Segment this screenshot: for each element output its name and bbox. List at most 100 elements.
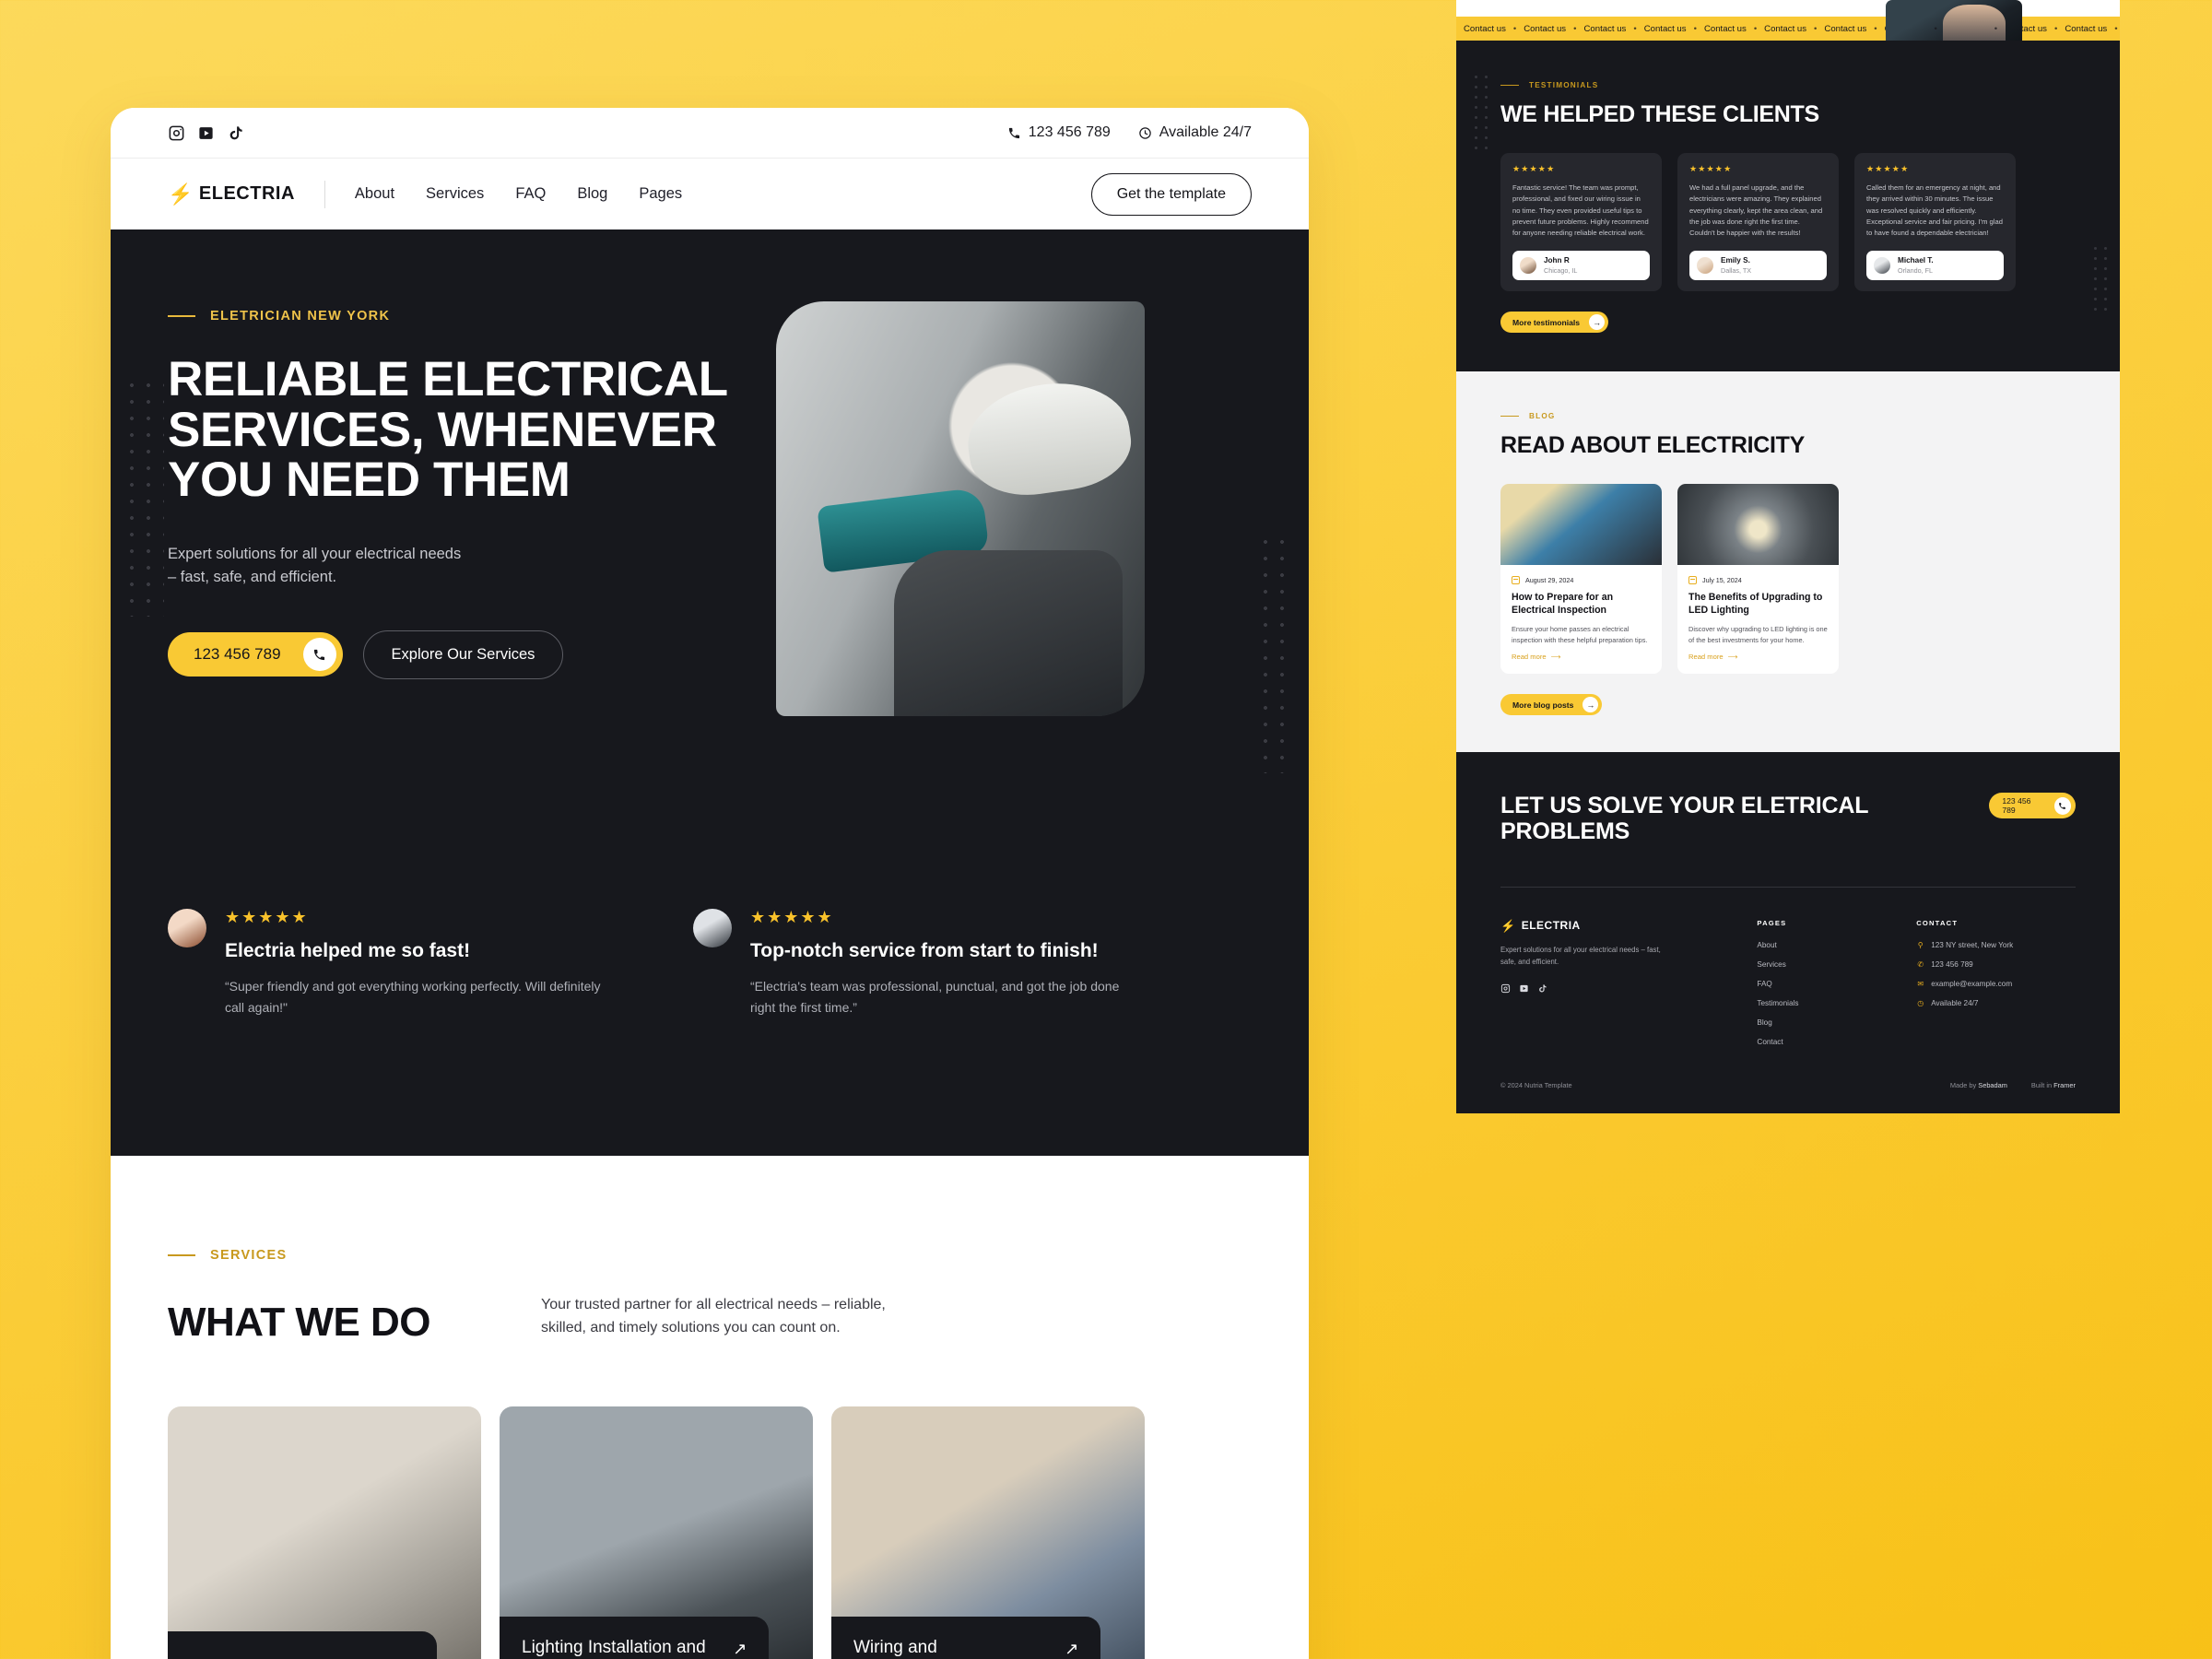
utility-topbar: 123 456 789 Available 24/7: [111, 108, 1309, 159]
footer-phone-text: 123 456 789: [1931, 960, 1973, 970]
social-links[interactable]: [168, 124, 244, 142]
get-template-button[interactable]: Get the template: [1090, 172, 1252, 216]
blog-card-excerpt: Discover why upgrading to LED lighting i…: [1688, 625, 1828, 644]
footer-social-links: [1500, 983, 1757, 994]
review-headline: Electria helped me so fast!: [225, 940, 471, 962]
cta-call-button[interactable]: 123 456 789: [1989, 793, 2076, 819]
blog-read-more-link[interactable]: Read more ⟶: [1688, 653, 1828, 661]
hero-image-body: [894, 550, 1123, 716]
nav-item-about[interactable]: About: [355, 185, 394, 203]
service-card[interactable]: [168, 1406, 481, 1659]
nav-item-blog[interactable]: Blog: [577, 185, 607, 203]
tiktok-icon[interactable]: [1537, 983, 1547, 994]
footer-address-text: 123 NY street, New York: [1931, 941, 2014, 950]
testimonials-section: TESTIMONIALS WE HELPED THESE CLIENTS ★★★…: [1456, 41, 2120, 372]
author-name: Michael T.: [1898, 256, 1934, 265]
tiktok-icon[interactable]: [227, 124, 244, 142]
footer-availability-text: Available 24/7: [1931, 999, 1979, 1008]
nav-item-services[interactable]: Services: [426, 185, 484, 203]
marquee-separator: •: [1814, 23, 1818, 34]
marquee-separator: •: [2053, 23, 2058, 34]
testimonial-card: ★★★★★ Called them for an emergency at ni…: [1854, 153, 2016, 292]
avatar: [1697, 257, 1713, 275]
testimonials-title: WE HELPED THESE CLIENTS: [1500, 101, 1819, 127]
footer-contact-phone[interactable]: ✆ 123 456 789: [1916, 960, 2076, 969]
built-in-label: Built in: [2030, 1081, 2053, 1090]
service-card[interactable]: Wiring and ↗: [831, 1406, 1145, 1659]
nav-item-faq[interactable]: FAQ: [515, 185, 546, 203]
blog-read-more-link[interactable]: Read more ⟶: [1512, 653, 1651, 661]
hero-call-button[interactable]: 123 456 789: [168, 632, 343, 677]
topbar-availability: Available 24/7: [1138, 124, 1252, 141]
footer-logo[interactable]: ⚡ ELECTRIA: [1500, 919, 1757, 932]
footer-link-services[interactable]: Services: [1757, 960, 1916, 969]
read-more-label: Read more: [1512, 653, 1547, 662]
eyebrow-dash: [1500, 84, 1519, 87]
made-by-label: Made by: [1949, 1081, 1977, 1090]
footer-link-testimonials[interactable]: Testimonials: [1757, 999, 1916, 1007]
marquee-item: Contact us: [1583, 23, 1627, 34]
logo-text: ELECTRIA: [198, 183, 295, 204]
blog-card-title: The Benefits of Upgrading to LED Lightin…: [1688, 592, 1823, 616]
hero-section: ELETRICIAN NEW YORK RELIABLE ELECTRICAL …: [111, 229, 1309, 1156]
footer-link-about[interactable]: About: [1757, 941, 1916, 949]
testimonial-quote: Fantastic service! The team was prompt, …: [1512, 183, 1649, 238]
hero-title: RELIABLE ELECTRICAL SERVICES, WHENEVER Y…: [168, 352, 727, 508]
testimonial-card: ★★★★★ We had a full panel upgrade, and t…: [1677, 153, 1839, 292]
footer-brand-column: ⚡ ELECTRIA Expert solutions for all your…: [1500, 919, 1757, 1057]
testimonial-quote: Called them for an emergency at night, a…: [1866, 183, 2003, 238]
youtube-icon[interactable]: [197, 124, 215, 142]
hero-image: [776, 301, 1145, 716]
footer-link-contact[interactable]: Contact: [1757, 1038, 1916, 1046]
instagram-icon[interactable]: [168, 124, 185, 142]
author-location: Chicago, IL: [1544, 265, 1578, 275]
arrow-up-right-icon: ↗: [1065, 1639, 1079, 1658]
services-description: Your trusted partner for all electrical …: [541, 1297, 886, 1335]
blog-card-image: [1500, 484, 1662, 566]
footer-link-faq[interactable]: FAQ: [1757, 980, 1916, 988]
blog-card[interactable]: August 29, 2024 How to Prepare for an El…: [1500, 484, 1662, 675]
instagram-icon[interactable]: [1500, 983, 1511, 994]
nav-item-pages[interactable]: Pages: [639, 185, 682, 203]
marquee-separator: •: [1874, 23, 1877, 34]
author-name: Emily S.: [1721, 256, 1750, 265]
marquee-item: Contact us: [1703, 23, 1747, 34]
faq-section: Do you handle small jobs? ⌄ How soon can…: [1456, 0, 2120, 55]
blog-eyebrow: BLOG: [1500, 412, 2076, 420]
more-blog-posts-button[interactable]: More blog posts →: [1500, 694, 1603, 716]
more-testimonials-button[interactable]: More testimonials →: [1500, 312, 1609, 334]
arrow-right-icon: →: [1583, 697, 1599, 713]
footer-link-blog[interactable]: Blog: [1757, 1018, 1916, 1027]
marquee-separator: •: [1753, 23, 1758, 34]
review-quote: “Super friendly and got everything worki…: [225, 979, 601, 1015]
marquee-separator: •: [1512, 23, 1517, 34]
blog-card[interactable]: July 15, 2024 The Benefits of Upgrading …: [1677, 484, 1839, 675]
blog-eyebrow-text: BLOG: [1529, 412, 1556, 421]
marquee-separator: •: [1934, 23, 1937, 34]
logo[interactable]: ⚡ ELECTRIA: [168, 183, 295, 205]
explore-services-button[interactable]: Explore Our Services: [362, 629, 564, 679]
mail-icon: ✉: [1917, 980, 1924, 989]
hero-eyebrow-text: ELETRICIAN NEW YORK: [210, 309, 391, 324]
topbar-phone[interactable]: 123 456 789: [1007, 124, 1111, 141]
footer-contact-email[interactable]: ✉ example@example.com: [1916, 980, 2076, 988]
blog-section: BLOG READ ABOUT ELECTRICITY August 29, 2…: [1456, 371, 2120, 753]
avatar: [1874, 257, 1890, 275]
testimonial-author: Emily S. Dallas, TX: [1689, 251, 1827, 281]
services-title: WHAT WE DO: [168, 1299, 431, 1345]
marquee-item: Contact us: [1824, 23, 1867, 34]
topbar-phone-text: 123 456 789: [1028, 124, 1111, 140]
built-in-name[interactable]: Framer: [2053, 1081, 2076, 1089]
rating-stars: ★★★★★: [225, 908, 309, 927]
youtube-icon[interactable]: [1519, 983, 1529, 994]
service-card[interactable]: Lighting Installation and ↗: [500, 1406, 813, 1659]
blog-card-date: August 29, 2024: [1512, 576, 1651, 585]
made-by-name[interactable]: Sebadam: [1978, 1081, 2007, 1089]
service-card-title: Lighting Installation and: [522, 1637, 706, 1657]
dot-pattern-left: [124, 377, 164, 617]
marquee-separator: •: [1994, 23, 1998, 34]
blog-card-date: July 15, 2024: [1688, 576, 1828, 585]
blog-card-title: How to Prepare for an Electrical Inspect…: [1512, 592, 1614, 616]
made-by-credit: Made by Sebadam: [1950, 1081, 2007, 1089]
footer-bottom-bar: © 2024 Nutria Template Made by Sebadam B…: [1500, 1081, 2076, 1089]
